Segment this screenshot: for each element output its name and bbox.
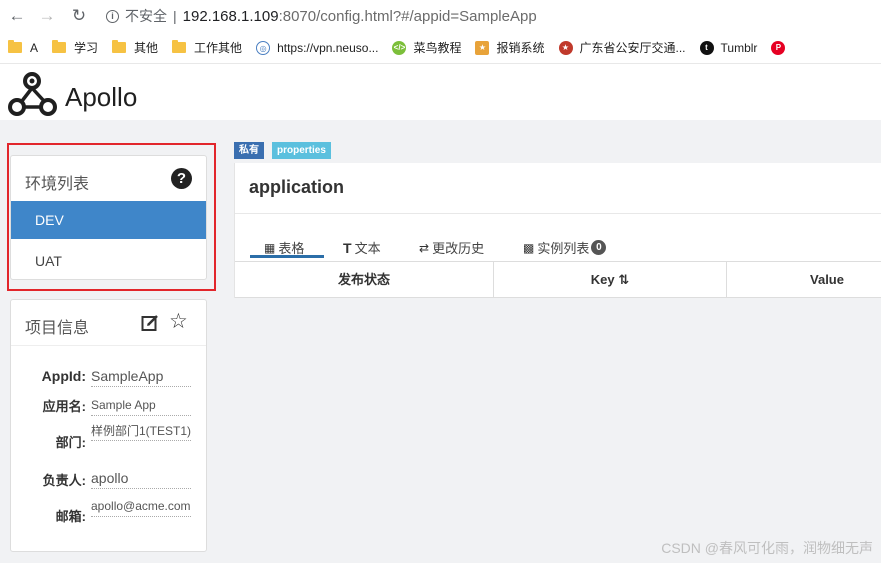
column-header-key[interactable]: Key ⇅ [494, 262, 727, 297]
tab-label: 文本 [354, 241, 381, 256]
folder-icon [52, 40, 67, 53]
column-header-value: Value [810, 272, 844, 287]
globe-icon: ◎ [256, 40, 271, 55]
edit-icon[interactable] [141, 314, 159, 332]
grid-icon: ▩ [523, 240, 535, 255]
format-tag: properties [272, 142, 331, 159]
field-value: apollo [91, 468, 191, 489]
url-path: :8070/config.html?#/appid=SampleApp [278, 7, 537, 25]
brand-name[interactable]: Apollo [65, 82, 137, 113]
project-info-panel: 项目信息 ☆ AppId: SampleApp 应用名: Sample App … [10, 299, 207, 552]
bookmark-label: 学习 [74, 41, 99, 55]
tab-text[interactable]: T 文本 [343, 238, 381, 257]
bookmark-label: https://vpn.neuso... [277, 40, 379, 55]
address-bar: ← → ↻ i 不安全 | 192.168.1.109:8070/config.… [0, 0, 881, 32]
apollo-logo-icon[interactable] [8, 70, 60, 118]
field-value: SampleApp [91, 366, 191, 387]
bookmark-label: 工作其他 [194, 41, 243, 55]
highlight-box [7, 143, 216, 291]
field-value: 样例部门1(TEST1) [91, 423, 191, 441]
field-label: 邮箱: [55, 509, 86, 524]
tab-instances[interactable]: ▩ 实例列表 0 [523, 238, 607, 257]
url-host: 192.168.1.109 [182, 7, 279, 25]
namespace-title: application [249, 177, 345, 197]
field-value: apollo@acme.com [91, 497, 191, 517]
bookmark-label: 报销系统 [496, 41, 545, 55]
folder-icon [8, 40, 22, 53]
info-icon[interactable]: i [106, 9, 119, 23]
column-label: Key [590, 272, 615, 287]
tab-label: 实例列表 [537, 241, 590, 256]
bookmark-pinterest[interactable]: P [771, 40, 792, 55]
field-label: 负责人: [42, 473, 86, 488]
bookmark-vpn[interactable]: ◎ https://vpn.neuso... [256, 40, 379, 55]
bookmark-label: 其他 [134, 41, 159, 55]
bookmark-label: A [30, 40, 39, 55]
divider [235, 213, 881, 214]
swap-icon: ⇄ [419, 240, 430, 255]
field-label: 应用名: [42, 399, 86, 414]
back-arrow-icon[interactable]: ← [6, 6, 28, 26]
app-header: Apollo [0, 65, 881, 120]
private-tag: 私有 [234, 142, 264, 159]
watermark: CSDN @春风可化雨，润物细无声 [661, 540, 873, 556]
table-icon: ▦ [264, 240, 276, 255]
url-separator: | [173, 8, 177, 24]
bookmark-a[interactable]: A [8, 40, 39, 55]
pinterest-icon: P [771, 40, 786, 55]
field-label: 部门: [55, 435, 86, 450]
column-header-status: 发布状态 [235, 262, 494, 297]
tab-label: 更改历史 [432, 241, 485, 256]
table-header: 发布状态 Key ⇅ Value [235, 261, 881, 298]
folder-icon [112, 40, 127, 53]
forward-arrow-icon[interactable]: → [36, 6, 58, 26]
bookmark-label: Tumblr [720, 40, 758, 55]
bookmark-label: 广东省公安厅交通... [579, 41, 686, 55]
police-icon: ★ [558, 40, 573, 55]
tumblr-icon: t [699, 40, 714, 55]
bookmark-work-other[interactable]: 工作其他 [172, 39, 242, 56]
folder-icon [172, 40, 187, 53]
bookmark-icon: ★ [475, 40, 490, 55]
insecure-label[interactable]: 不安全 [125, 6, 167, 26]
instance-count-badge: 0 [591, 240, 607, 255]
bookmark-label: 菜鸟教程 [413, 41, 462, 55]
sort-icon[interactable]: ⇅ [618, 272, 629, 287]
bookmark-tumblr[interactable]: t Tumblr [699, 40, 758, 55]
bookmark-runoob[interactable]: </> 菜鸟教程 [392, 39, 461, 56]
field-label: AppId: [41, 368, 86, 384]
field-value: Sample App [91, 395, 191, 416]
namespace-panel: application ▦ 表格 T 文本 ⇄ 更改历史 ▩ 实例列表 0 发布状态 Ke… [234, 163, 881, 298]
star-icon[interactable]: ☆ [169, 311, 188, 332]
bookmark-expense[interactable]: ★ 报销系统 [475, 39, 545, 56]
project-info-title: 项目信息 [25, 320, 90, 337]
bookmark-other[interactable]: 其他 [112, 39, 158, 56]
runoob-icon: </> [392, 40, 407, 55]
bookmark-study[interactable]: 学习 [52, 39, 98, 56]
text-icon: T [343, 239, 352, 256]
project-info-header: 项目信息 ☆ [11, 300, 206, 346]
active-tab-indicator [250, 255, 324, 258]
bookmark-police[interactable]: ★ 广东省公安厅交通... [558, 39, 686, 56]
url-field[interactable]: 192.168.1.109:8070/config.html?#/appid=S… [183, 8, 537, 25]
bookmarks-bar: A 学习 其他 工作其他 ◎ https://vpn.neuso... </> 菜鸟… [0, 32, 881, 64]
reload-icon[interactable]: ↻ [68, 6, 90, 26]
tab-history[interactable]: ⇄ 更改历史 [419, 238, 484, 257]
